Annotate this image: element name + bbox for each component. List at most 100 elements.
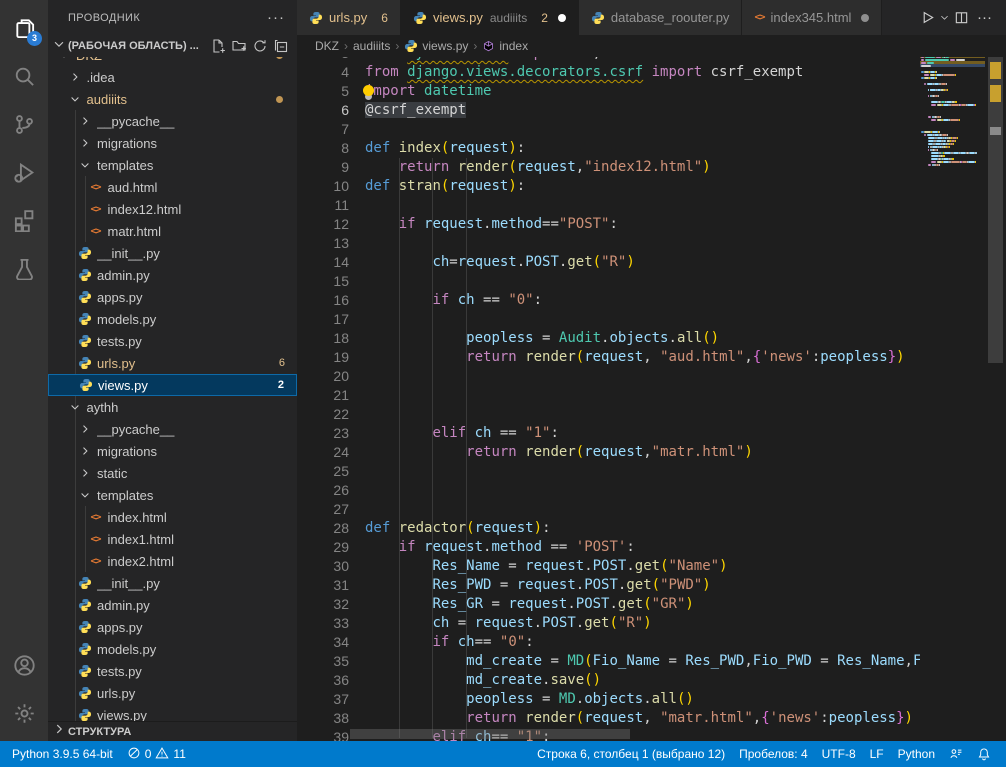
tree-item-urls.py[interactable]: urls.py6 — [48, 352, 297, 374]
tree-item-tests.py[interactable]: tests.py — [48, 660, 297, 682]
status-item[interactable]: Пробелов: 4 — [732, 747, 815, 761]
tree-item-apps.py[interactable]: apps.py — [48, 286, 297, 308]
tree-item-__init__.py[interactable]: __init__.py — [48, 572, 297, 594]
code-line-23[interactable]: elif ch == "1": — [365, 424, 559, 443]
code-line-31[interactable]: Res_PWD = request.POST.get("PWD") — [365, 576, 711, 595]
activity-extensions-button[interactable] — [0, 196, 48, 244]
code-line-14[interactable]: ch=request.POST.get("R") — [365, 253, 635, 272]
workspace-section-header[interactable]: (РАБОЧАЯ ОБЛАСТЬ) ... — [48, 35, 297, 57]
tree-item-migrations[interactable]: migrations — [48, 440, 297, 462]
status-item[interactable]: UTF-8 — [815, 747, 863, 761]
split-editor-button[interactable] — [954, 10, 969, 25]
new-file-icon[interactable] — [210, 38, 226, 54]
tree-item-static[interactable]: static — [48, 462, 297, 484]
code-line-6[interactable]: @csrf_exempt — [365, 101, 466, 120]
tree-item-index1.html[interactable]: <>index1.html — [48, 528, 297, 550]
code-line-4[interactable]: from django.views.decorators.csrf import… — [365, 63, 803, 82]
breadcrumb-item-views.py[interactable]: views.py — [404, 39, 468, 53]
run-dropdown-button[interactable] — [939, 12, 950, 23]
notifications-bell-icon[interactable] — [970, 747, 998, 761]
code-line-12[interactable]: if request.method=="POST": — [365, 215, 618, 234]
code-line-36[interactable]: md_create.save() — [365, 671, 601, 690]
feedback-icon[interactable] — [942, 747, 970, 761]
code-line-34[interactable]: if ch== "0": — [365, 633, 534, 652]
tree-item-admin.py[interactable]: admin.py — [48, 594, 297, 616]
code-line-9[interactable]: return render(request,"index12.html") — [365, 158, 711, 177]
code-line-5[interactable]: import datetime — [365, 82, 491, 101]
problems-status[interactable]: 0 11 — [120, 746, 193, 763]
code-line-24[interactable]: return render(request,"matr.html") — [365, 443, 753, 462]
status-item[interactable]: Строка 6, столбец 1 (выбрано 12) — [530, 747, 732, 761]
tree-item-aythh[interactable]: aythh — [48, 396, 297, 418]
tree-item-admin.py[interactable]: admin.py — [48, 264, 297, 286]
activity-source-control-button[interactable] — [0, 100, 48, 148]
tab-urls.py[interactable]: urls.py6 — [297, 0, 401, 35]
code-line-33[interactable]: ch = request.POST.get("R") — [365, 614, 652, 633]
activity-settings-button[interactable] — [0, 689, 48, 737]
tree-item-templates[interactable]: templates — [48, 154, 297, 176]
activity-search-button[interactable] — [0, 52, 48, 100]
vertical-scrollbar[interactable] — [988, 57, 1003, 363]
code-line-32[interactable]: Res_GR = request.POST.get("GR") — [365, 595, 694, 614]
sidebar-more-actions-button[interactable]: ··· — [263, 9, 289, 26]
tree-item-DKZ[interactable]: DKZ — [48, 57, 297, 66]
refresh-icon[interactable] — [252, 38, 268, 54]
code-token: == — [475, 634, 500, 650]
activity-account-button[interactable] — [0, 641, 48, 689]
tab-views.py[interactable]: views.pyaudiiits2 — [401, 0, 579, 35]
modified-dot[interactable] — [558, 14, 566, 22]
more-actions-button[interactable]: ··· — [973, 9, 996, 26]
tree-item-models.py[interactable]: models.py — [48, 308, 297, 330]
code-line-30[interactable]: Res_Name = request.POST.get("Name") — [365, 557, 728, 576]
collapse-all-icon[interactable] — [273, 38, 289, 54]
modified-dot[interactable] — [861, 14, 869, 22]
lightbulb-icon[interactable] — [363, 85, 374, 96]
tree-item-matr.html[interactable]: <>matr.html — [48, 220, 297, 242]
status-item[interactable]: LF — [863, 747, 891, 761]
tree-item-views.py[interactable]: views.py2 — [48, 374, 297, 396]
tree-item-migrations[interactable]: migrations — [48, 132, 297, 154]
tree-item-models.py[interactable]: models.py — [48, 638, 297, 660]
code-line-10[interactable]: def stran(request): — [365, 177, 525, 196]
tree-item-index.html[interactable]: <>index.html — [48, 506, 297, 528]
code-line-16[interactable]: if ch == "0": — [365, 291, 542, 310]
horizontal-scrollbar[interactable] — [350, 729, 630, 739]
code-line-29[interactable]: if request.method == 'POST': — [365, 538, 635, 557]
tree-item-templates[interactable]: templates — [48, 484, 297, 506]
tree-item-apps.py[interactable]: apps.py — [48, 616, 297, 638]
activity-run-debug-button[interactable] — [0, 148, 48, 196]
run-button[interactable] — [920, 10, 935, 25]
status-item[interactable]: Python — [891, 747, 942, 761]
breadcrumb-item-index[interactable]: index — [482, 39, 528, 53]
tab-index345.html[interactable]: <>index345.html — [742, 0, 882, 35]
code-line-35[interactable]: md_create = MD(Fio_Name = Res_PWD,Fio_PW… — [365, 652, 921, 671]
tree-item-views.py[interactable]: views.py — [48, 704, 297, 722]
tree-item-urls.py[interactable]: urls.py — [48, 682, 297, 704]
tree-item-__pycache__[interactable]: __pycache__ — [48, 418, 297, 440]
tree-item-aud.html[interactable]: <>aud.html — [48, 176, 297, 198]
tree-item-index12.html[interactable]: <>index12.html — [48, 198, 297, 220]
breadcrumb-item-audiiits[interactable]: audiiits — [353, 39, 390, 53]
tree-item-__pycache__[interactable]: __pycache__ — [48, 110, 297, 132]
tree-item-tests.py[interactable]: tests.py — [48, 330, 297, 352]
code-line-28[interactable]: def redactor(request): — [365, 519, 551, 538]
activity-explorer-button[interactable]: 3 — [0, 4, 48, 52]
code-line-19[interactable]: return render(request, "aud.html",{'news… — [365, 348, 905, 367]
code-line-8[interactable]: def index(request): — [365, 139, 525, 158]
code-line-38[interactable]: return render(request, "matr.html",{'new… — [365, 709, 913, 728]
tree-item-audiiits[interactable]: audiiits — [48, 88, 297, 110]
tab-database_roouter.py[interactable]: database_roouter.py — [579, 0, 743, 35]
breadcrumb-item-DKZ[interactable]: DKZ — [315, 39, 339, 53]
tree-item-__init__.py[interactable]: __init__.py — [48, 242, 297, 264]
python-interpreter-status[interactable]: Python 3.9.5 64-bit — [5, 747, 120, 761]
code-token: request — [475, 615, 534, 631]
activity-testing-button[interactable] — [0, 244, 48, 292]
code-pane[interactable]: from aythh.models import MD,Auditfrom dj… — [297, 35, 1006, 741]
tree-item-.idea[interactable]: .idea — [48, 66, 297, 88]
code-line-18[interactable]: peopless = Audit.objects.all() — [365, 329, 719, 348]
tree-item-index2.html[interactable]: <>index2.html — [48, 550, 297, 572]
new-folder-icon[interactable] — [231, 38, 247, 54]
outline-section-header[interactable]: СТРУКТУРА — [48, 721, 297, 741]
code-line-37[interactable]: peopless = MD.objects.all() — [365, 690, 694, 709]
minimap[interactable] — [920, 35, 985, 741]
